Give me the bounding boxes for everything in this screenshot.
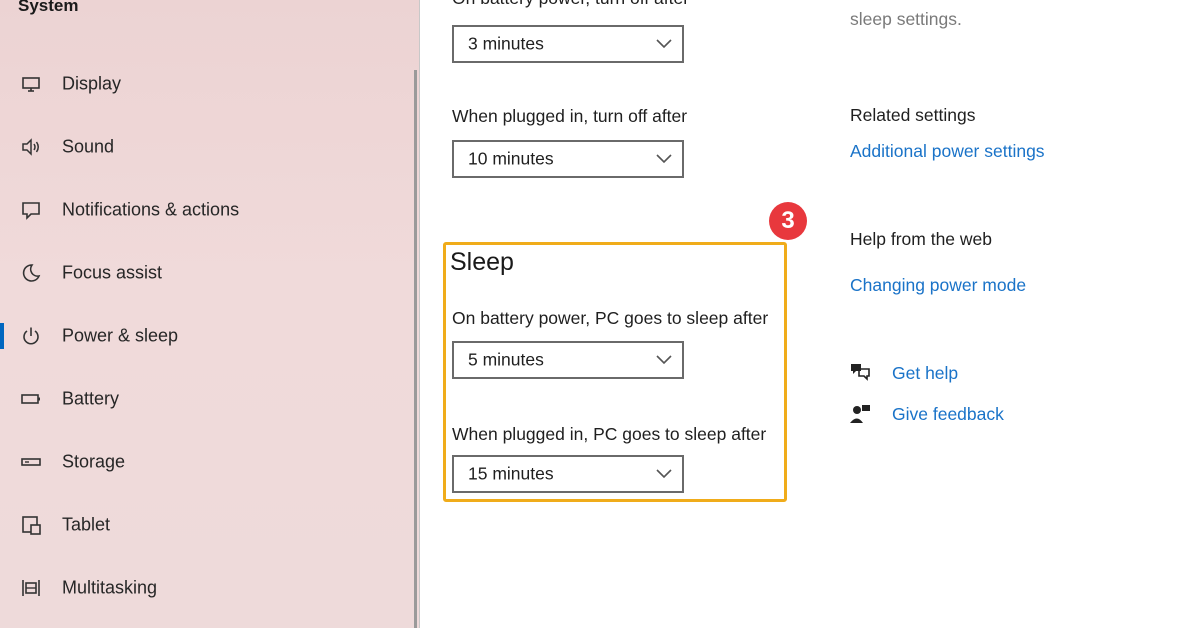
sound-icon bbox=[20, 136, 42, 158]
sidebar-item-display[interactable]: Display bbox=[0, 62, 410, 106]
chevron-down-icon bbox=[656, 39, 672, 49]
dropdown-value: 15 minutes bbox=[468, 463, 554, 484]
screen-plugged-dropdown[interactable]: 10 minutes bbox=[452, 140, 684, 178]
sidebar-item-label: Multitasking bbox=[62, 577, 158, 598]
main-content: On battery power, turn off after 3 minut… bbox=[420, 0, 1196, 628]
power-icon bbox=[20, 325, 42, 347]
sidebar-item-sound[interactable]: Sound bbox=[0, 125, 410, 169]
sidebar-item-label: Display bbox=[62, 73, 122, 94]
changing-power-mode-link[interactable]: Changing power mode bbox=[850, 275, 1026, 296]
sidebar-item-notifications[interactable]: Notifications & actions bbox=[0, 188, 410, 232]
give-feedback-link[interactable]: Give feedback bbox=[892, 404, 1004, 425]
additional-power-settings-link[interactable]: Additional power settings bbox=[850, 141, 1045, 162]
chevron-down-icon bbox=[656, 355, 672, 365]
related-settings-heading: Related settings bbox=[850, 105, 976, 125]
multitasking-icon bbox=[20, 577, 42, 599]
sidebar-item-label: Tablet bbox=[62, 514, 111, 535]
get-help-link[interactable]: Get help bbox=[892, 363, 958, 384]
sidebar-item-battery[interactable]: Battery bbox=[0, 377, 410, 421]
sidebar-title: System bbox=[18, 0, 79, 15]
sidebar-item-power-sleep[interactable]: Power & sleep bbox=[0, 314, 410, 358]
display-icon bbox=[20, 73, 42, 95]
sidebar-item-multitasking[interactable]: Multitasking bbox=[0, 566, 410, 610]
chevron-down-icon bbox=[656, 469, 672, 479]
chevron-down-icon bbox=[656, 154, 672, 164]
screen-battery-label: On battery power, turn off after bbox=[452, 0, 689, 9]
sidebar-item-focus-assist[interactable]: Focus assist bbox=[0, 251, 410, 295]
screen-battery-dropdown[interactable]: 3 minutes bbox=[452, 25, 684, 63]
sidebar-item-label: Battery bbox=[62, 388, 120, 409]
sidebar-item-storage[interactable]: Storage bbox=[0, 440, 410, 484]
sidebar-item-label: Focus assist bbox=[62, 262, 163, 283]
active-indicator bbox=[0, 323, 4, 349]
storage-icon bbox=[20, 451, 42, 473]
help-from-web-heading: Help from the web bbox=[850, 229, 993, 249]
sleep-settings-text: sleep settings. bbox=[850, 9, 962, 29]
notifications-icon bbox=[20, 199, 42, 221]
sidebar-item-label: Power & sleep bbox=[62, 325, 179, 346]
step-badge: 3 bbox=[769, 202, 807, 240]
sidebar-item-tablet[interactable]: Tablet bbox=[0, 503, 410, 547]
sidebar-item-label: Storage bbox=[62, 451, 126, 472]
sleep-plugged-dropdown[interactable]: 15 minutes bbox=[452, 455, 684, 493]
sidebar-scrollbar[interactable] bbox=[414, 70, 417, 628]
screen-plugged-label: When plugged in, turn off after bbox=[452, 106, 688, 126]
battery-icon bbox=[20, 388, 42, 410]
focus-assist-icon bbox=[20, 262, 42, 284]
sleep-battery-label: On battery power, PC goes to sleep after bbox=[452, 308, 769, 328]
dropdown-value: 3 minutes bbox=[468, 33, 544, 54]
dropdown-value: 10 minutes bbox=[468, 148, 554, 169]
sidebar-item-label: Sound bbox=[62, 136, 115, 157]
sleep-battery-dropdown[interactable]: 5 minutes bbox=[452, 341, 684, 379]
dropdown-value: 5 minutes bbox=[468, 349, 544, 370]
tablet-icon bbox=[20, 514, 42, 536]
sidebar-item-label: Notifications & actions bbox=[62, 199, 240, 220]
settings-window: System Display Sound Notifications & act… bbox=[0, 0, 1196, 628]
sleep-plugged-label: When plugged in, PC goes to sleep after bbox=[452, 424, 767, 444]
sleep-heading: Sleep bbox=[450, 248, 514, 276]
give-feedback-icon bbox=[850, 405, 870, 423]
sidebar: System Display Sound Notifications & act… bbox=[0, 0, 420, 628]
get-help-icon bbox=[851, 364, 870, 381]
